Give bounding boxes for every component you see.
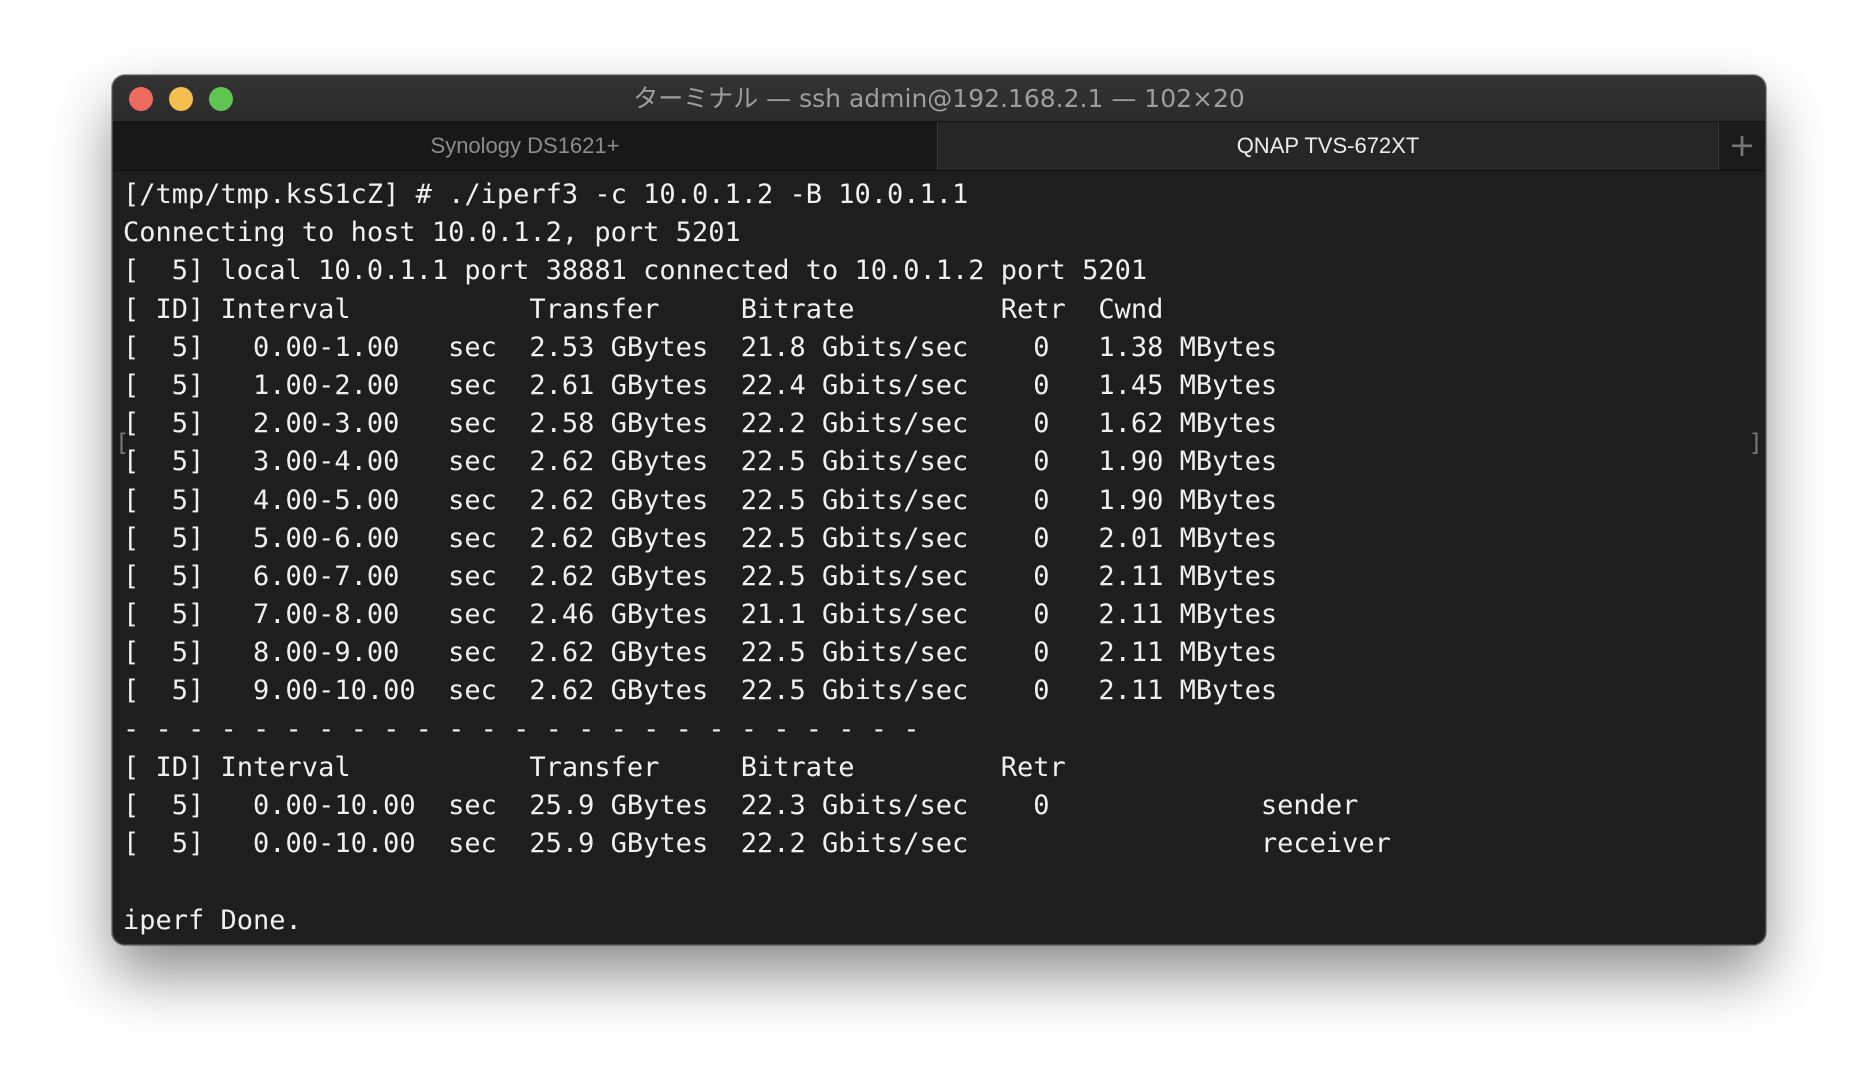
terminal-line: Connecting to host 10.0.1.2, port 5201 [123, 217, 741, 249]
terminal-line: [ 5] local 10.0.1.1 port 38881 connected… [123, 255, 1148, 287]
right-line-marker: ] [1748, 429, 1763, 457]
terminal-line: iperf Done. [123, 904, 302, 936]
tab-synology[interactable]: Synology DS1621+ [113, 122, 938, 170]
terminal-line: [ ID] Interval Transfer Bitrate Retr [123, 751, 1066, 783]
terminal-line: [ 5] 8.00-9.00 sec 2.62 GBytes 22.5 Gbit… [123, 637, 1278, 669]
terminal-line: [ 5] 3.00-4.00 sec 2.62 GBytes 22.5 Gbit… [123, 446, 1278, 478]
terminal-line: [ 5] 0.00-10.00 sec 25.9 GBytes 22.3 Gbi… [123, 790, 1359, 821]
terminal-line: [ 5] 2.00-3.00 sec 2.58 GBytes 22.2 Gbit… [123, 408, 1278, 440]
window-title: ターミナル — ssh admin@192.168.2.1 — 102×20 [633, 84, 1245, 113]
left-line-marker: [ [115, 429, 130, 457]
new-tab-button[interactable]: + [1719, 122, 1765, 170]
terminal-line: - - - - - - - - - - - - - - - - - - - - … [123, 713, 920, 745]
terminal-line: [ 5] 7.00-8.00 sec 2.46 GBytes 21.1 Gbit… [123, 599, 1278, 631]
terminal-line: [ 5] 6.00-7.00 sec 2.62 GBytes 22.5 Gbit… [123, 560, 1278, 592]
tab-qnap[interactable]: QNAP TVS-672XT [938, 122, 1719, 170]
terminal-output[interactable]: [/tmp/tmp.ksS1cZ] # ./iperf3 -c 10.0.1.2… [123, 176, 1755, 944]
terminal-line: [ 5] 9.00-10.00 sec 2.62 GBytes 22.5 Gbi… [123, 675, 1278, 707]
terminal-line: [ 5] 4.00-5.00 sec 2.62 GBytes 22.5 Gbit… [123, 484, 1278, 516]
title-bar[interactable]: ターミナル — ssh admin@192.168.2.1 — 102×20 [113, 76, 1765, 122]
terminal-line: [ 5] 1.00-2.00 sec 2.61 GBytes 22.4 Gbit… [123, 369, 1278, 401]
terminal-line: [ 5] 5.00-6.00 sec 2.62 GBytes 22.5 Gbit… [123, 522, 1278, 554]
terminal-line: [ ID] Interval Transfer Bitrate Retr Cwn… [123, 293, 1164, 325]
terminal-line: [ 5] 0.00-1.00 sec 2.53 GBytes 21.8 Gbit… [123, 331, 1278, 363]
terminal-window: ターミナル — ssh admin@192.168.2.1 — 102×20 S… [112, 75, 1766, 945]
terminal-line: [ 5] 0.00-10.00 sec 25.9 GBytes 22.2 Gbi… [123, 828, 1391, 860]
tab-bar: Synology DS1621+ QNAP TVS-672XT + [113, 122, 1765, 171]
terminal-line: [/tmp/tmp.ksS1cZ] # ./iperf3 -c 10.0.1.2… [123, 179, 969, 210]
